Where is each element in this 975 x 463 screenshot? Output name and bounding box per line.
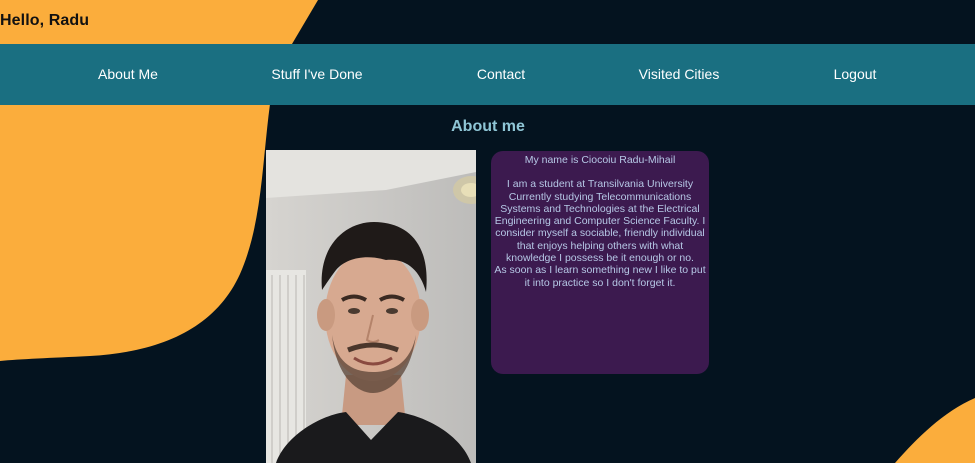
bio-card: My name is Ciocoiu Radu-Mihail I am a st… (491, 151, 709, 374)
orange-blob-corner (895, 398, 975, 463)
bio-name-line: My name is Ciocoiu Radu-Mihail (524, 154, 676, 166)
page: Hello, Radu About Me Stuff I've Done Con… (0, 0, 975, 463)
bio-paragraph-1: I am a student at Transilvania Universit… (494, 178, 706, 265)
bio-paragraph-2: As soon as I learn something new I like … (494, 264, 706, 289)
greeting-heading: Hello, Radu (0, 12, 90, 29)
orange-blob-left (0, 104, 270, 361)
bio-spacer (494, 166, 706, 178)
nav-contact[interactable]: Contact (477, 44, 525, 105)
main-navbar: About Me Stuff I've Done Contact Visited… (0, 44, 975, 105)
profile-photo-illustration (266, 150, 476, 463)
nav-stuff-ive-done[interactable]: Stuff I've Done (271, 44, 362, 105)
nav-logout[interactable]: Logout (834, 44, 877, 105)
nav-about-me[interactable]: About Me (98, 44, 158, 105)
about-me-title: About me (451, 118, 525, 135)
nav-visited-cities[interactable]: Visited Cities (639, 44, 720, 105)
profile-photo (266, 150, 476, 463)
